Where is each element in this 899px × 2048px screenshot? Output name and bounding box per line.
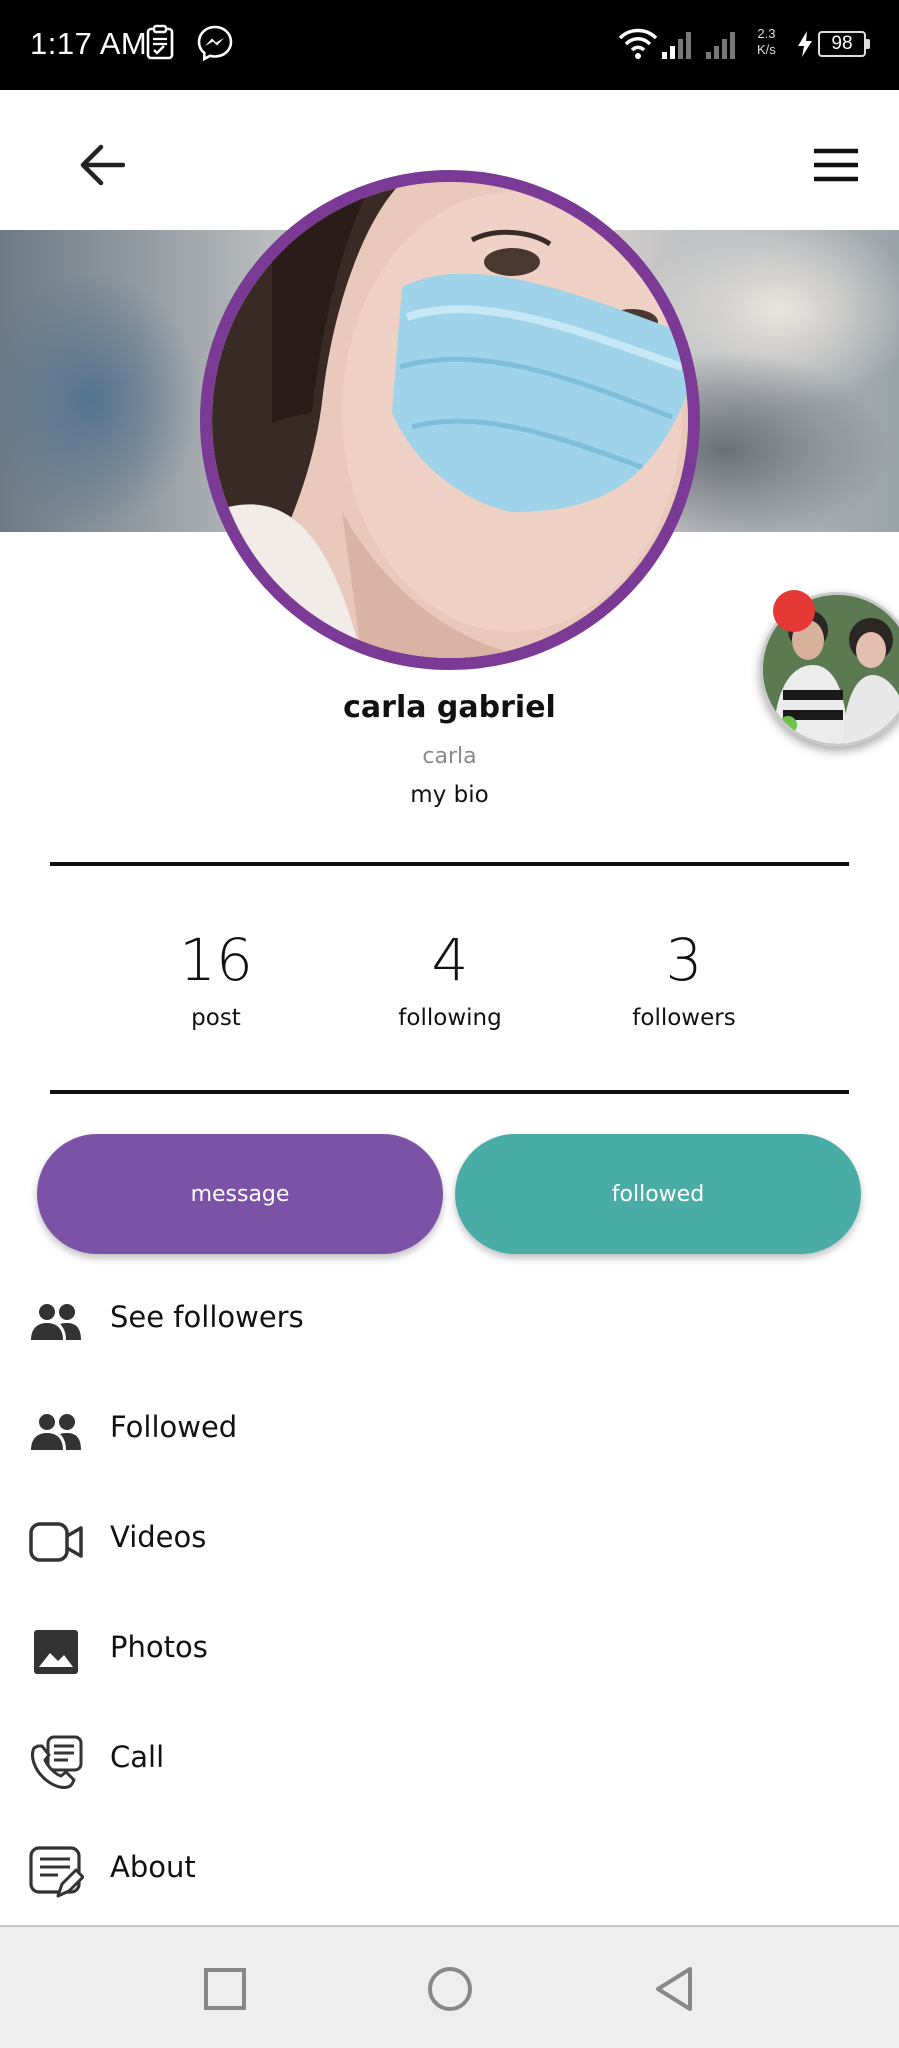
image-icon: [26, 1624, 86, 1680]
profile-avatar[interactable]: [200, 170, 700, 670]
back-triangle-icon: [656, 1967, 692, 2011]
followed-button[interactable]: followed: [455, 1134, 861, 1254]
menu-item-label: Call: [110, 1740, 165, 1774]
clipboard-icon: [145, 24, 175, 64]
document-edit-icon: [26, 1844, 86, 1900]
message-button-label: message: [190, 1181, 290, 1207]
arrow-left-icon: [80, 144, 125, 186]
recents-button[interactable]: [193, 1957, 257, 2021]
battery-icon: 98: [818, 31, 866, 57]
battery-nub: [866, 39, 870, 49]
wifi-icon: [618, 28, 658, 64]
home-button[interactable]: [418, 1957, 482, 2021]
profile-username: carla: [422, 744, 477, 769]
stat-posts-value: 16: [179, 926, 253, 994]
home-circle-icon: [428, 1967, 472, 2011]
hamburger-menu-icon: [814, 148, 858, 182]
menu-item-call[interactable]: Call: [0, 1710, 899, 1810]
menu-item-see-followers[interactable]: See followers: [0, 1270, 899, 1370]
charging-icon: [796, 30, 814, 62]
network-speed-value: 2.3: [757, 26, 776, 41]
messenger-icon: [196, 24, 234, 66]
menu-item-photos[interactable]: Photos: [0, 1600, 899, 1700]
profile-name: carla gabriel: [343, 690, 556, 725]
menu-item-videos[interactable]: Videos: [0, 1490, 899, 1590]
back-nav-button[interactable]: [642, 1957, 706, 2021]
back-button[interactable]: [70, 133, 134, 197]
menu-item-label: Videos: [110, 1520, 207, 1554]
stat-following[interactable]: 4 following: [350, 925, 550, 1031]
signal-icon: [660, 28, 752, 64]
divider-bottom: [50, 1090, 849, 1094]
profile-bio: my bio: [410, 782, 489, 808]
menu-item-followed[interactable]: Followed: [0, 1380, 899, 1480]
menu-item-label: Followed: [110, 1410, 238, 1444]
stat-following-value: 4: [431, 926, 469, 994]
menu-item-label: Photos: [110, 1630, 208, 1664]
stat-posts[interactable]: 16 post: [116, 925, 316, 1031]
stat-followers-label: followers: [632, 1005, 736, 1031]
people-icon: [26, 1404, 86, 1460]
chat-head-badge: [773, 590, 815, 632]
stat-posts-label: post: [191, 1005, 241, 1031]
divider-top: [50, 862, 849, 866]
battery-level: 98: [831, 33, 853, 54]
message-button[interactable]: message: [37, 1134, 443, 1254]
stat-followers-value: 3: [665, 926, 703, 994]
video-camera-icon: [26, 1514, 86, 1570]
people-icon: [26, 1294, 86, 1350]
recents-square-icon: [204, 1968, 246, 2010]
followed-button-label: followed: [611, 1181, 705, 1207]
network-speed: 2.3 K/s: [757, 26, 776, 58]
avatar-photo: [212, 182, 688, 658]
status-time: 1:17 AM: [30, 26, 148, 61]
system-nav-bar: [0, 1925, 899, 2048]
menu-item-label: About: [110, 1850, 196, 1884]
menu-item-about[interactable]: About: [0, 1820, 899, 1920]
network-speed-unit: K/s: [757, 42, 776, 57]
stat-followers[interactable]: 3 followers: [584, 925, 784, 1031]
menu-button[interactable]: [800, 133, 872, 197]
menu-item-label: See followers: [110, 1300, 304, 1334]
phone-call-icon: [26, 1734, 86, 1790]
stat-following-label: following: [398, 1005, 502, 1031]
status-bar: 1:17 AM 2.3 K/s 98: [0, 0, 899, 90]
